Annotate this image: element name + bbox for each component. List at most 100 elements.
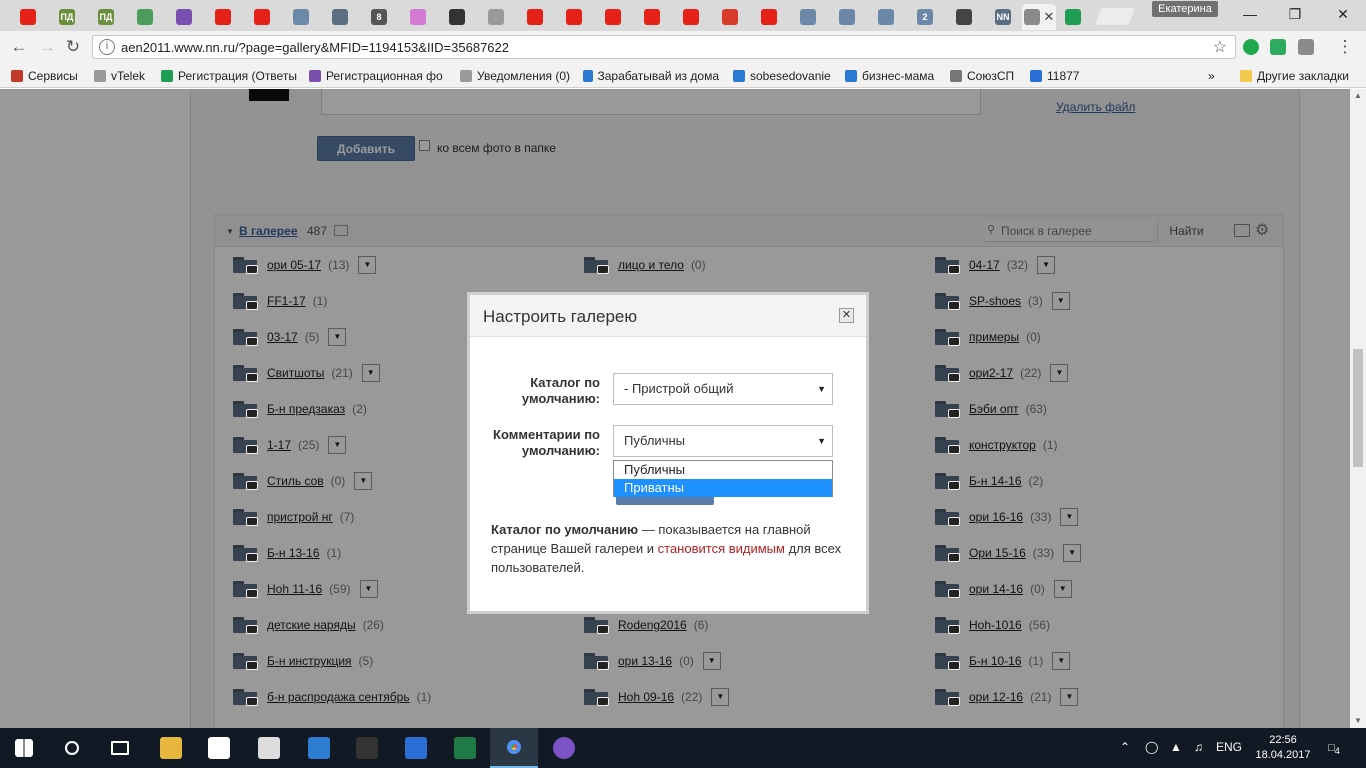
bookmark-item[interactable]: бизнес-мама [845, 68, 934, 84]
browser-tab[interactable] [204, 4, 242, 30]
scroll-up-icon[interactable]: ▲ [1350, 89, 1366, 103]
bookmark-item[interactable]: vTelek [94, 68, 145, 84]
extension-grey-icon[interactable] [1298, 39, 1314, 55]
wifi-icon[interactable]: ▲ [1170, 740, 1182, 754]
bookmarks-more-button[interactable]: » [1208, 68, 1215, 84]
active-tab-icon [1023, 9, 1040, 25]
taskbar-app[interactable] [195, 728, 243, 768]
taskbar-app[interactable] [441, 728, 489, 768]
browser-tab[interactable]: ✕ [1022, 4, 1056, 30]
camera-icon [246, 337, 258, 346]
browser-tab[interactable]: ПД [48, 4, 86, 30]
default-comments-select[interactable]: Публичны ▼ [613, 425, 833, 457]
browser-tab[interactable]: 2 [906, 4, 944, 30]
bookmark-item[interactable]: СоюзСП [950, 68, 1014, 84]
bookmark-item[interactable]: Сервисы [11, 68, 78, 84]
chrome-icon [503, 736, 525, 758]
app-icon [137, 9, 153, 25]
browser-tab[interactable] [1054, 4, 1092, 30]
restore-button[interactable]: ❐ [1280, 4, 1310, 24]
youtube-icon [20, 9, 36, 25]
taskbar-app[interactable] [392, 728, 440, 768]
back-icon[interactable]: ← [8, 37, 30, 57]
browser-tab[interactable] [9, 4, 47, 30]
browser-tab[interactable]: ПД [87, 4, 125, 30]
note-highlight: становится видимым [657, 541, 785, 556]
browser-tab[interactable] [516, 4, 554, 30]
default-catalog-select[interactable]: - Пристрой общий ▼ [613, 373, 833, 405]
scroll-down-icon[interactable]: ▼ [1350, 714, 1366, 728]
dialog-close-button[interactable]: ✕ [839, 308, 854, 323]
browser-tab[interactable] [282, 4, 320, 30]
camera-icon [948, 409, 960, 418]
browser-tab[interactable] [594, 4, 632, 30]
browser-tab[interactable] [165, 4, 203, 30]
taskbar-app[interactable] [48, 728, 96, 768]
browser-tab[interactable] [711, 4, 749, 30]
system-clock[interactable]: 22:56 18.04.2017 [1255, 733, 1311, 763]
camera-icon [246, 445, 258, 454]
taskbar-app[interactable] [540, 728, 588, 768]
close-window-button[interactable]: ✕ [1328, 4, 1358, 24]
minimize-button[interactable]: — [1235, 4, 1265, 24]
taskbar-app[interactable] [96, 728, 144, 768]
taskbar-app[interactable] [343, 728, 391, 768]
browser-tab[interactable] [399, 4, 437, 30]
browser-tab[interactable]: 8 [360, 4, 398, 30]
browser-tab[interactable] [828, 4, 866, 30]
browser-tab[interactable]: NN [984, 4, 1022, 30]
tag-icon [722, 9, 738, 25]
browser-tab[interactable] [555, 4, 593, 30]
bookmark-icon [950, 70, 962, 82]
browser-tab[interactable] [321, 4, 359, 30]
volume-icon[interactable]: ♫ [1194, 740, 1203, 754]
taskbar-app[interactable] [147, 728, 195, 768]
bookmark-star-icon[interactable]: ☆ [1213, 37, 1227, 57]
taskbar-app[interactable] [245, 728, 293, 768]
browser-tab[interactable] [438, 4, 476, 30]
bookmark-icon [11, 70, 23, 82]
bookmark-item[interactable]: sobesedovanie [733, 68, 831, 84]
language-indicator[interactable]: ENG [1216, 740, 1242, 754]
browser-tab[interactable] [243, 4, 281, 30]
forward-icon[interactable]: → [36, 37, 58, 57]
network-icon[interactable]: ◯ [1145, 740, 1158, 754]
youtube-icon [215, 9, 231, 25]
bookmark-item[interactable]: 11877 [1030, 68, 1079, 84]
bookmark-item[interactable]: Зарабатывай из дома [583, 68, 719, 84]
browser-tab[interactable] [672, 4, 710, 30]
profile-button[interactable]: Екатерина [1152, 1, 1218, 17]
page-scrollbar[interactable]: ▲ ▼ [1350, 89, 1366, 728]
extension-green-icon[interactable] [1243, 39, 1259, 55]
browser-tab[interactable] [477, 4, 515, 30]
extension-chat-icon[interactable] [1270, 39, 1286, 55]
new-tab-button[interactable] [1094, 8, 1136, 25]
taskbar-app[interactable] [295, 728, 343, 768]
other-bookmarks-folder[interactable]: Другие закладки [1240, 68, 1349, 84]
taskbar-app[interactable] [490, 728, 538, 768]
dropdown-option-private[interactable]: Приватны [614, 479, 832, 497]
browser-tab[interactable] [945, 4, 983, 30]
url-text[interactable]: aen2011.www.nn.ru/?page=gallery&MFID=119… [121, 40, 509, 55]
taskbar-app[interactable] [0, 728, 48, 768]
camera-icon [246, 373, 258, 382]
dialog-note: Каталог по умолчанию — показывается на г… [491, 520, 847, 577]
info-icon[interactable]: i [99, 39, 115, 55]
notification-center-icon[interactable]: □4 [1322, 738, 1346, 758]
browser-tab[interactable] [750, 4, 788, 30]
menu-icon[interactable]: ⋮ [1334, 37, 1356, 57]
bookmark-item[interactable]: Уведомления (0) [460, 68, 570, 84]
browser-tab[interactable] [633, 4, 671, 30]
tray-chevron-icon[interactable]: ⌃ [1120, 740, 1130, 754]
dropdown-option-public[interactable]: Публичны [614, 461, 832, 479]
reload-icon[interactable]: ↻ [62, 37, 84, 57]
browser-tab[interactable] [789, 4, 827, 30]
scrollbar-thumb[interactable] [1353, 349, 1363, 467]
close-tab-icon[interactable]: ✕ [1044, 9, 1055, 25]
address-bar[interactable]: i aen2011.www.nn.ru/?page=gallery&MFID=1… [92, 35, 1236, 59]
bookmark-item[interactable]: Регистрационная фо [309, 68, 445, 84]
browser-tab[interactable] [867, 4, 905, 30]
bookmark-item[interactable]: Регистрация (Ответы [161, 68, 297, 84]
youtube-icon [254, 9, 270, 25]
browser-tab[interactable] [126, 4, 164, 30]
